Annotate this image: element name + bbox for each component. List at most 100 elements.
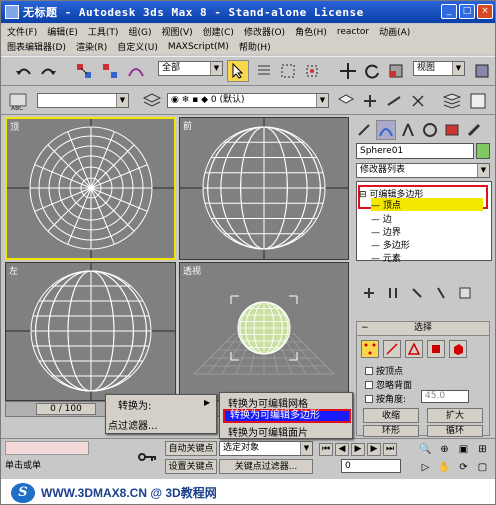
time-slider-thumb[interactable]: 0 / 100 (36, 403, 96, 415)
stack-item-polygon[interactable]: — 多边形 (371, 238, 410, 251)
scale-icon[interactable] (385, 60, 407, 82)
angle-spinner[interactable]: 45.0 (421, 390, 469, 403)
create-layer-icon[interactable] (335, 90, 357, 112)
stack-item-element[interactable]: — 元素 (371, 251, 401, 264)
configure-modifier-sets-icon[interactable] (456, 284, 474, 302)
stack-item-vertex[interactable]: — 顶点 (371, 198, 483, 211)
utilities-tab-icon[interactable] (464, 120, 484, 140)
menu-item[interactable]: 创建(C) (203, 25, 234, 38)
stack-item-edge[interactable]: — 边 (371, 212, 392, 225)
display-tab-icon[interactable] (442, 120, 462, 140)
viewport-perspective[interactable]: 透视 (179, 262, 349, 401)
maxscript-listener[interactable] (5, 441, 89, 455)
reference-coord-dropdown[interactable]: 视图 ▼ (413, 61, 465, 76)
key-filters-button[interactable]: 关键点过滤器... (219, 459, 313, 474)
layer-dropdown[interactable]: ◉ ❄ ▪ ◆ 0 (默认) ▼ (167, 93, 329, 108)
go-to-start-icon[interactable]: ⏮ (319, 443, 333, 456)
motion-tab-icon[interactable] (420, 120, 440, 140)
make-unique-icon[interactable] (408, 284, 426, 302)
zoom-extents-all-icon[interactable]: ⊞ (474, 441, 491, 457)
submenu-item[interactable]: 转换为可编辑面片 (228, 424, 308, 439)
object-color-swatch[interactable] (476, 143, 490, 159)
menu-item[interactable]: 视图(V) (161, 25, 192, 38)
remove-modifier-icon[interactable] (432, 284, 450, 302)
close-button[interactable]: × (477, 4, 493, 19)
ignore-backfacing-checkbox[interactable]: 忽略背面 (365, 378, 412, 391)
edge-mode-icon[interactable] (383, 340, 401, 358)
zoom-extents-icon[interactable]: ▣ (455, 441, 472, 457)
convert-to-item[interactable]: 转换为: (118, 397, 151, 412)
key-filter-selection-dropdown[interactable]: 选定对象 ▼ (219, 441, 313, 456)
rollout-header[interactable]: − 选择 (357, 322, 489, 336)
previous-frame-icon[interactable]: ◀ (335, 443, 349, 456)
minimize-button[interactable]: _ (441, 4, 457, 19)
select-and-link-icon[interactable] (73, 60, 95, 82)
go-to-end-icon[interactable]: ⏭ (383, 443, 397, 456)
menu-item[interactable]: 自定义(U) (117, 40, 158, 53)
loop-button[interactable]: 循环 (427, 425, 483, 437)
menu-item[interactable]: 动画(A) (379, 25, 410, 38)
window-crossing-icon[interactable] (301, 60, 323, 82)
create-tab-icon[interactable] (354, 120, 374, 140)
grow-button[interactable]: 扩大 (427, 408, 483, 423)
show-end-result-icon[interactable] (384, 284, 402, 302)
menu-item[interactable]: 渲染(R) (76, 40, 107, 53)
set-current-layer-icon[interactable] (407, 90, 429, 112)
arc-rotate-icon[interactable]: ⟳ (455, 459, 472, 475)
maximize-button[interactable]: □ (459, 4, 475, 19)
menu-item[interactable]: 帮助(H) (239, 40, 271, 53)
maximize-viewport-icon[interactable]: ▢ (474, 459, 491, 475)
undo-icon[interactable] (13, 60, 35, 82)
zoom-icon[interactable]: 🔍 (417, 441, 434, 457)
menu-item[interactable]: 角色(H) (295, 25, 327, 38)
bind-to-spacewarp-icon[interactable] (125, 60, 147, 82)
menu-item[interactable]: 图表编辑器(D) (7, 40, 66, 53)
selection-filter-dropdown[interactable]: 全部 ▼ (158, 61, 223, 76)
pivot-center-icon[interactable] (471, 60, 493, 82)
select-object-icon[interactable] (227, 60, 249, 82)
select-by-name-icon[interactable] (253, 60, 275, 82)
unlink-icon[interactable] (99, 60, 121, 82)
rotate-icon[interactable] (361, 60, 383, 82)
vertex-mode-icon[interactable] (361, 340, 379, 358)
keyboard-shortcut-override-icon[interactable]: ABC (7, 90, 29, 112)
menu-item[interactable]: reactor (337, 27, 369, 37)
menu-item[interactable]: 工具(T) (88, 25, 119, 38)
submenu-item[interactable]: 转换为可编辑网格 (228, 395, 308, 410)
key-mode-icon[interactable] (137, 447, 159, 467)
by-vertex-checkbox[interactable]: 按顶点 (365, 364, 403, 377)
shrink-button[interactable]: 收缩 (363, 408, 419, 423)
zoom-all-icon[interactable]: ⊕ (436, 441, 453, 457)
current-frame-field[interactable]: 0 (341, 459, 401, 473)
field-of-view-icon[interactable]: ▷ (417, 459, 434, 475)
named-selection-dropdown[interactable]: ▼ (37, 93, 129, 108)
menu-item[interactable]: 组(G) (128, 25, 151, 38)
next-frame-icon[interactable]: ▶ (367, 443, 381, 456)
polygon-mode-icon[interactable] (427, 340, 445, 358)
auto-key-button[interactable]: 自动关键点 (165, 441, 217, 456)
by-angle-checkbox[interactable]: 按角度: (365, 392, 406, 405)
menu-item[interactable]: 修改器(O) (244, 25, 285, 38)
layers-icon[interactable] (441, 90, 463, 112)
pin-stack-icon[interactable] (360, 284, 378, 302)
move-icon[interactable] (337, 60, 359, 82)
pan-icon[interactable]: ✋ (436, 459, 453, 475)
play-icon[interactable]: ▶ (351, 443, 365, 456)
menu-item[interactable]: 编辑(E) (47, 25, 78, 38)
object-name-field[interactable]: Sphere01 (356, 143, 474, 159)
rect-selection-region-icon[interactable] (277, 60, 299, 82)
submenu-item-highlighted[interactable]: 转换为可编辑多边形 (223, 409, 351, 423)
viewport-top[interactable]: 顶 (5, 117, 176, 260)
stack-item-border[interactable]: — 边界 (371, 225, 401, 238)
menu-item[interactable]: 文件(F) (7, 25, 37, 38)
viewport-left[interactable]: 左 (5, 262, 176, 401)
hierarchy-tab-icon[interactable] (398, 120, 418, 140)
menu-item[interactable]: MAXScript(M) (168, 42, 229, 52)
layer-manager-icon[interactable] (141, 90, 163, 112)
vertex-filter-item[interactable]: 点过滤器... (108, 417, 158, 432)
modify-tab-icon[interactable] (376, 120, 396, 140)
ring-button[interactable]: 环形 (363, 425, 419, 437)
viewport-front[interactable]: 前 (179, 117, 349, 260)
modifier-list-dropdown[interactable]: 修改器列表 ▼ (356, 163, 490, 178)
element-mode-icon[interactable] (449, 340, 467, 358)
